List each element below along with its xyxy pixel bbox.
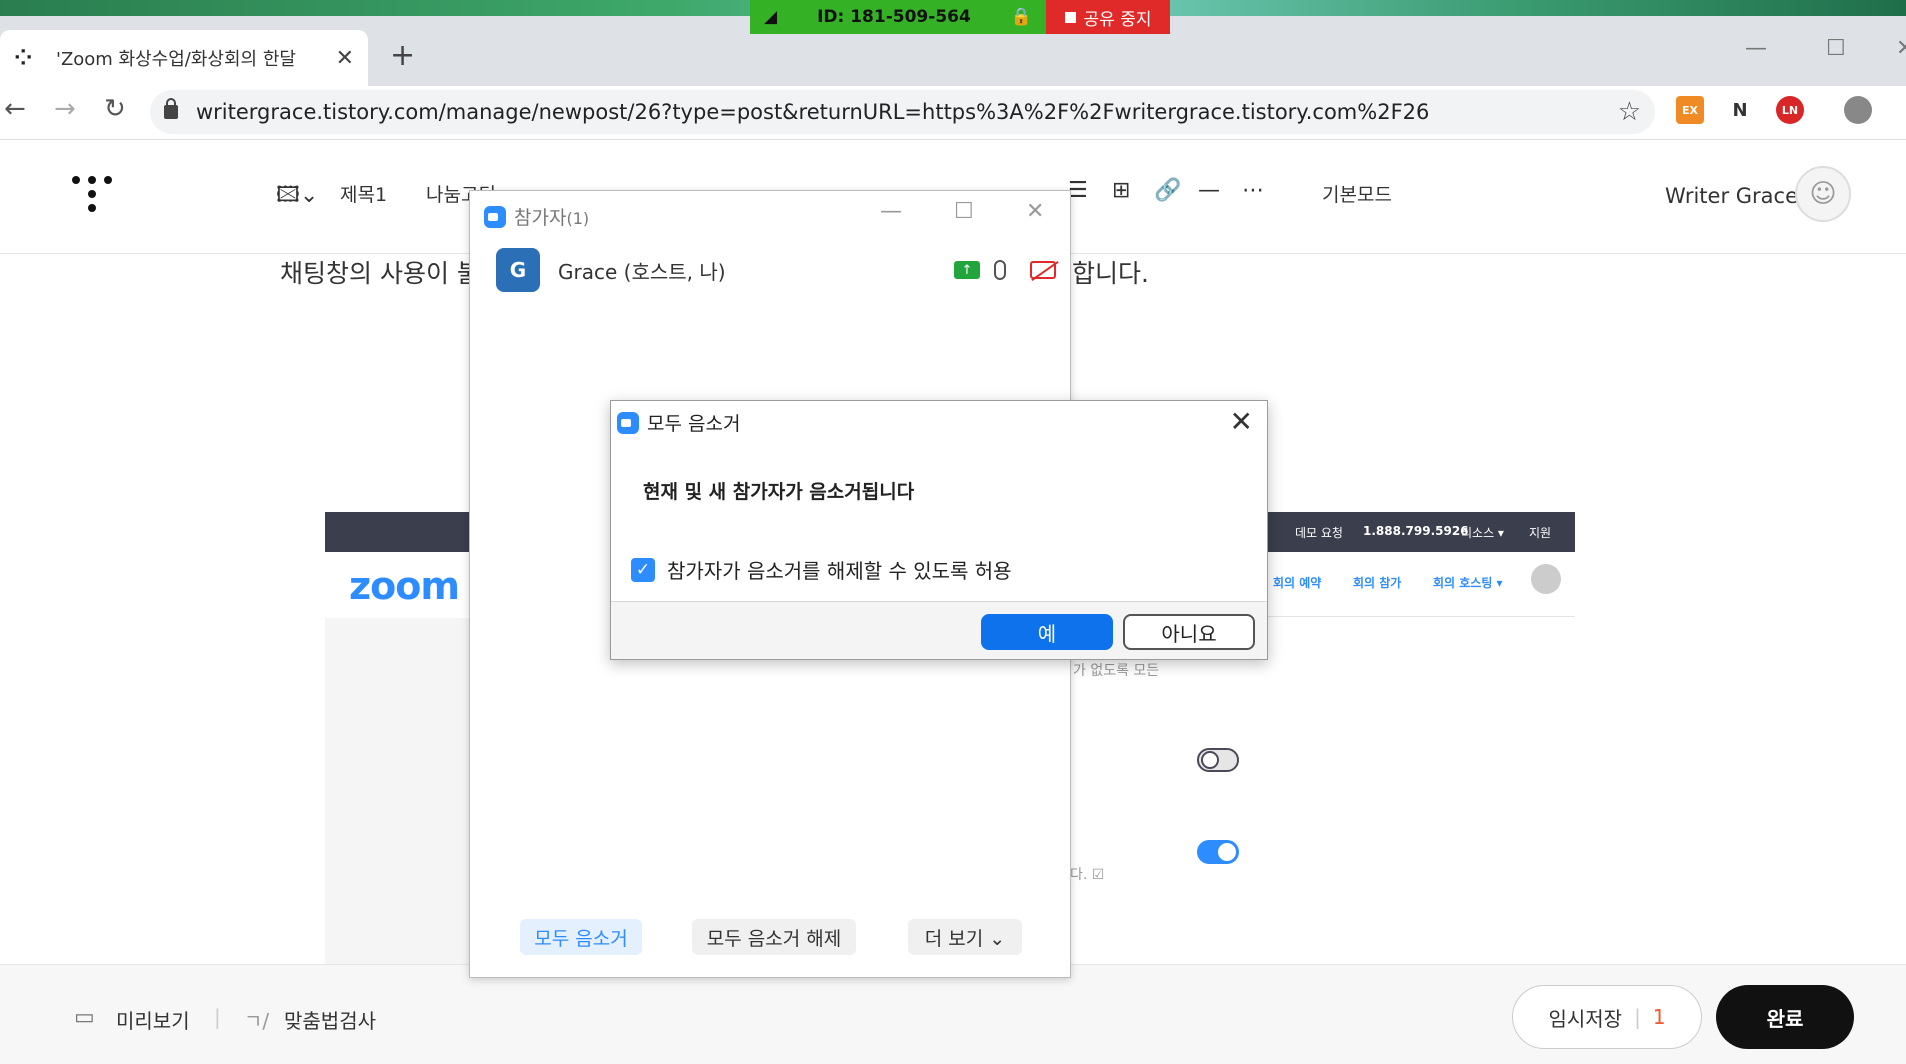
- back-icon[interactable]: ←: [4, 94, 26, 124]
- dialog-title-label: 모두 음소거: [647, 413, 741, 435]
- paragraph-text-right: 합니다.: [1072, 259, 1149, 288]
- zoom-logo: zoom: [349, 564, 460, 608]
- editor-bottom-bar: ▭ 미리보기 | ㄱ/ 맞춤법검사 임시저장 | 1 완료: [0, 964, 1906, 1064]
- link-icon[interactable]: 🔗: [1154, 178, 1181, 203]
- dialog-footer: 예 아니요: [611, 601, 1267, 659]
- spellcheck-icon: ㄱ/: [244, 1009, 270, 1033]
- participant-name: Grace (호스트, 나): [558, 259, 726, 284]
- allow-unmute-checkbox[interactable]: ✓: [631, 557, 655, 582]
- mute-all-button[interactable]: 모두 음소거: [520, 919, 642, 955]
- mute-all-dialog: 모두 음소거 ✕ 현재 및 새 참가자가 음소거됩니다 ✓ 참가자가 음소거를 …: [610, 400, 1268, 660]
- tab-title: 'Zoom 화상수업/화상회의 한달: [56, 49, 296, 70]
- zs-top-link: 지원: [1529, 526, 1552, 540]
- participant-row[interactable]: G Grace (호스트, 나) ↑: [496, 247, 1056, 293]
- toggle-on: [1197, 840, 1239, 864]
- screen-share-icon: ↑: [954, 261, 980, 279]
- draft-label: 임시저장: [1548, 1006, 1623, 1031]
- url-text[interactable]: writergrace.tistory.com/manage/newpost/2…: [196, 100, 1618, 124]
- zoom-share-bar: ◢ ID: 181-509-564 🔒 공유 중지: [750, 0, 1170, 34]
- extension-n-icon[interactable]: N: [1726, 96, 1754, 124]
- video-off-icon[interactable]: [1030, 261, 1056, 279]
- separator: |: [1634, 1005, 1641, 1029]
- zoom-sidebar: [325, 618, 475, 964]
- stop-share-button[interactable]: 공유 중지: [1046, 0, 1170, 34]
- image-insert-icon[interactable]: 🖾⌄: [276, 178, 318, 216]
- participants-title: 참가자(1): [484, 203, 589, 230]
- meeting-id: ID: 181-509-564: [817, 7, 971, 27]
- lock-icon: 🔒: [1010, 7, 1032, 27]
- allow-unmute-checkbox-row[interactable]: ✓ 참가자가 음소거를 해제할 수 있도록 허용: [631, 555, 1012, 584]
- maximize-icon[interactable]: ☐: [954, 199, 974, 224]
- separator: |: [214, 1005, 221, 1029]
- microphone-icon[interactable]: [994, 260, 1006, 280]
- participants-title-label: 참가자: [514, 207, 567, 229]
- new-tab-button[interactable]: +: [390, 38, 415, 73]
- browser-toolbar: ← → ↻ writergrace.tistory.com/manage/new…: [0, 86, 1906, 140]
- stop-icon: [1064, 11, 1076, 23]
- allow-unmute-label: 참가자가 음소거를 해제할 수 있도록 허용: [667, 559, 1012, 583]
- close-icon[interactable]: ✕: [1230, 405, 1253, 438]
- close-window-icon[interactable]: ✕: [1896, 36, 1906, 61]
- zs-nav-link: 회의 호스팅 ▾: [1433, 576, 1503, 590]
- zoom-app-icon: [617, 411, 639, 434]
- secure-lock-icon: [164, 98, 178, 119]
- toggle-off: [1197, 748, 1239, 772]
- monitor-icon: ▭: [74, 1005, 95, 1030]
- table-icon[interactable]: ⊞: [1112, 178, 1130, 203]
- save-draft-button[interactable]: 임시저장 | 1: [1512, 985, 1702, 1049]
- maximize-icon[interactable]: ☐: [1826, 36, 1846, 61]
- extension-ln-icon[interactable]: LN: [1776, 96, 1804, 124]
- tistory-favicon-icon: ⁘: [14, 45, 33, 71]
- minimize-icon[interactable]: —: [880, 199, 902, 224]
- zoom-app-icon: [484, 205, 506, 228]
- publish-button[interactable]: 완료: [1716, 985, 1854, 1049]
- zs-top-link: 데모 요청: [1295, 526, 1343, 540]
- profile-avatar-icon[interactable]: [1844, 96, 1872, 124]
- more-button[interactable]: 더 보기 ⌄: [908, 919, 1022, 955]
- mode-select[interactable]: 기본모드: [1322, 180, 1392, 207]
- no-button[interactable]: 아니요: [1123, 614, 1255, 650]
- zs-user-avatar: [1531, 564, 1561, 594]
- divider-icon[interactable]: —: [1198, 178, 1220, 203]
- reload-icon[interactable]: ↻: [104, 94, 126, 124]
- zs-nav-link: 회의 예약: [1273, 576, 1322, 590]
- preview-button[interactable]: 미리보기: [116, 1005, 190, 1034]
- unmute-all-button[interactable]: 모두 음소거 해제: [692, 919, 856, 955]
- draft-count: 1: [1652, 1005, 1666, 1029]
- dialog-title: 모두 음소거: [617, 409, 740, 436]
- dialog-message: 현재 및 새 참가자가 음소거됩니다: [643, 481, 915, 503]
- participant-avatar: G: [496, 248, 540, 292]
- address-bar[interactable]: writergrace.tistory.com/manage/newpost/2…: [150, 90, 1655, 134]
- writer-name: Writer Grace: [1665, 184, 1798, 208]
- browser-tab[interactable]: ⁘ 'Zoom 화상수업/화상회의 한달 ✕: [0, 30, 368, 86]
- spellcheck-button[interactable]: 맞춤법검사: [284, 1005, 376, 1034]
- bookmark-star-icon[interactable]: ☆: [1618, 97, 1641, 127]
- share-info: ◢ ID: 181-509-564 🔒: [750, 0, 1046, 34]
- zs-snippet: 가 없도록 모든: [1073, 663, 1160, 679]
- paragraph-text-left: 채팅창의 사용이 불: [280, 259, 480, 288]
- heading-select[interactable]: 제목1: [340, 180, 387, 207]
- zs-top-link: 리소스 ▾: [1461, 526, 1504, 540]
- zs-snippet: 다. ☑: [1070, 867, 1105, 883]
- extension-ex-icon[interactable]: EX: [1676, 96, 1704, 124]
- close-tab-icon[interactable]: ✕: [336, 46, 354, 71]
- writer-avatar[interactable]: ☺: [1795, 166, 1851, 222]
- zs-nav-link: 회의 참가: [1353, 576, 1402, 590]
- yes-button[interactable]: 예: [981, 614, 1113, 650]
- forward-icon[interactable]: →: [54, 94, 76, 124]
- minimize-icon[interactable]: —: [1745, 36, 1767, 61]
- close-icon[interactable]: ✕: [1026, 199, 1044, 224]
- tistory-logo-icon[interactable]: [72, 176, 116, 220]
- more-options-icon[interactable]: ⋯: [1242, 178, 1264, 203]
- zs-top-link: 1.888.799.5926: [1363, 524, 1469, 538]
- signal-icon: ◢: [764, 7, 778, 27]
- stop-share-label: 공유 중지: [1083, 9, 1152, 30]
- participants-count: (1): [566, 209, 590, 228]
